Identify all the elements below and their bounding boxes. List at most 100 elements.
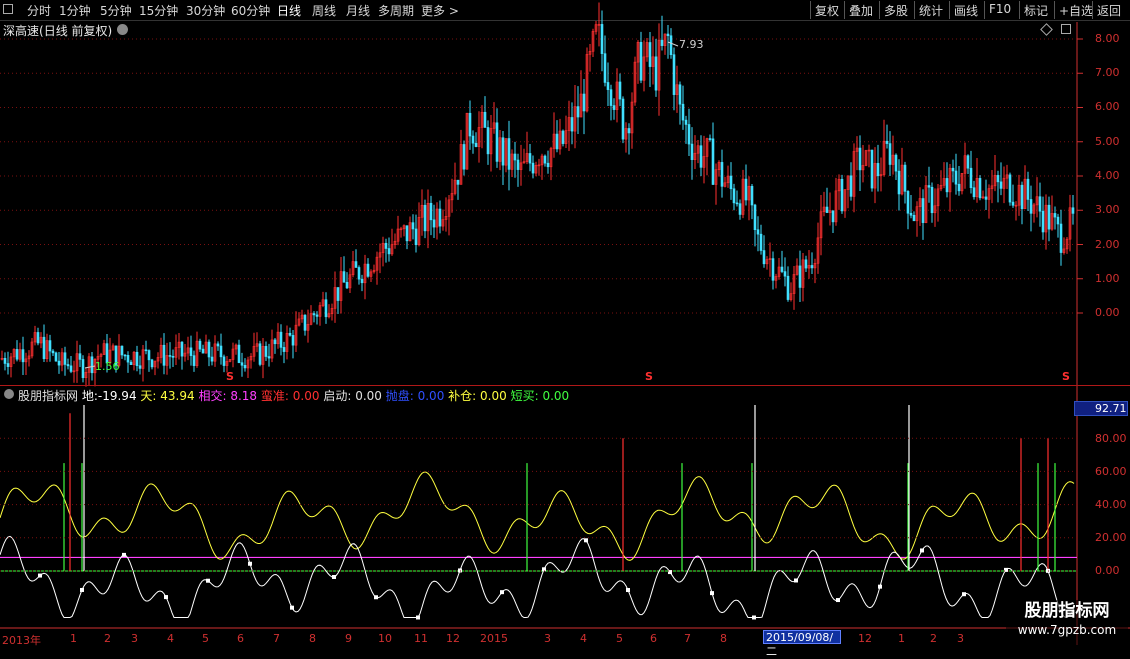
- month-label: 2: [930, 632, 937, 645]
- candle-body: [621, 98, 625, 140]
- candle-body: [735, 202, 739, 205]
- candle-body: [315, 314, 319, 317]
- candle-body: [36, 332, 40, 344]
- candle-body: [513, 153, 517, 161]
- month-label: 5: [202, 632, 209, 645]
- indicator-tick: 60.00: [1095, 465, 1127, 478]
- price-grid: [0, 22, 1130, 645]
- candle-body: [840, 178, 844, 212]
- signal-s-marker: S: [645, 370, 653, 383]
- candle-body: [600, 24, 604, 54]
- candle-body: [576, 106, 580, 118]
- di-marker: [290, 605, 294, 610]
- candle-body: [471, 135, 475, 144]
- candle-body: [570, 117, 574, 132]
- price-tick: 7.00: [1095, 66, 1120, 79]
- candle-body: [672, 54, 676, 95]
- di-marker: [962, 592, 966, 597]
- candle-body: [546, 162, 550, 168]
- candle-body: [144, 349, 148, 352]
- month-label: 3: [957, 632, 964, 645]
- candle-body: [750, 185, 754, 206]
- candle-body: [291, 335, 295, 346]
- candle-body: [486, 127, 490, 155]
- month-label: 6: [237, 632, 244, 645]
- candle-body: [561, 130, 565, 144]
- legend-tian: 天: 43.94: [140, 389, 195, 403]
- candle-body: [894, 154, 898, 172]
- candle-body: [288, 332, 292, 336]
- price-tick: 5.00: [1095, 135, 1120, 148]
- indicator-series: [0, 405, 1077, 620]
- month-label: 5: [616, 632, 623, 645]
- candle-body: [1008, 174, 1012, 203]
- candle-body: [1053, 213, 1057, 218]
- di-marker: [500, 590, 504, 595]
- candle-body: [756, 229, 760, 235]
- candle-body: [54, 352, 58, 362]
- candle-body: [996, 175, 1000, 183]
- month-label: 8: [309, 632, 316, 645]
- candle-body: [243, 364, 247, 369]
- candle-body: [150, 359, 154, 368]
- candle-body: [468, 112, 472, 137]
- month-label: 3: [131, 632, 138, 645]
- high-pointer: [667, 41, 679, 47]
- candle-body: [126, 354, 130, 363]
- candle-body: [57, 360, 61, 366]
- month-label: 2013年: [2, 634, 41, 647]
- di-marker: [416, 615, 420, 620]
- candle-body: [738, 203, 742, 215]
- candle-body: [432, 219, 436, 228]
- candle-body: [1026, 178, 1030, 200]
- di-marker: [374, 595, 378, 600]
- candle-body: [240, 362, 244, 366]
- di-line: [0, 535, 1075, 619]
- candle-body: [189, 347, 193, 356]
- candle-body: [858, 147, 862, 171]
- candle-body: [555, 133, 559, 150]
- candle-body: [849, 175, 853, 197]
- di-marker: [122, 552, 126, 557]
- di-marker: [80, 587, 84, 592]
- candle-body: [48, 340, 52, 352]
- candle-body: [870, 149, 874, 189]
- month-label: 1: [70, 632, 77, 645]
- stock-terminal-window: 分时 1分钟 5分钟 15分钟 30分钟 60分钟 日线 周线 月线 多周期 更…: [0, 0, 1130, 658]
- month-label: 7: [684, 632, 691, 645]
- candle-body: [138, 365, 142, 369]
- candle-body: [945, 178, 949, 193]
- candle-body: [192, 355, 196, 366]
- candle-body: [216, 343, 220, 347]
- candle-body: [1029, 199, 1033, 214]
- candle-body: [897, 170, 901, 195]
- month-label: 2: [104, 632, 111, 645]
- candle-body: [123, 354, 127, 357]
- candle-body: [708, 138, 712, 140]
- candle-body: [531, 162, 535, 174]
- month-label: 8: [720, 632, 727, 645]
- legend-qidong: 启动: 0.00: [323, 389, 382, 403]
- di-marker: [836, 598, 840, 603]
- high-price-marker: 7.93: [679, 38, 704, 51]
- price-tick: 6.00: [1095, 100, 1120, 113]
- candle-body: [495, 122, 499, 162]
- chart-canvas[interactable]: [0, 0, 1130, 650]
- candle-body: [930, 186, 934, 214]
- candle-body: [135, 351, 139, 367]
- candle-body: [264, 346, 268, 357]
- indicator-tick: 20.00: [1095, 531, 1127, 544]
- candle-body: [423, 204, 427, 232]
- candle-body: [42, 336, 46, 360]
- candle-body: [1038, 196, 1042, 212]
- indicator-options-icon[interactable]: [4, 389, 14, 399]
- candlestick-series: [0, 2, 1075, 387]
- candle-body: [366, 263, 370, 277]
- candle-body: [21, 349, 25, 363]
- candle-body: [885, 140, 889, 144]
- candle-body: [1056, 216, 1060, 225]
- candle-body: [120, 345, 124, 356]
- candle-body: [1059, 223, 1063, 253]
- month-label: 12: [446, 632, 460, 645]
- month-label: 2015: [480, 632, 508, 645]
